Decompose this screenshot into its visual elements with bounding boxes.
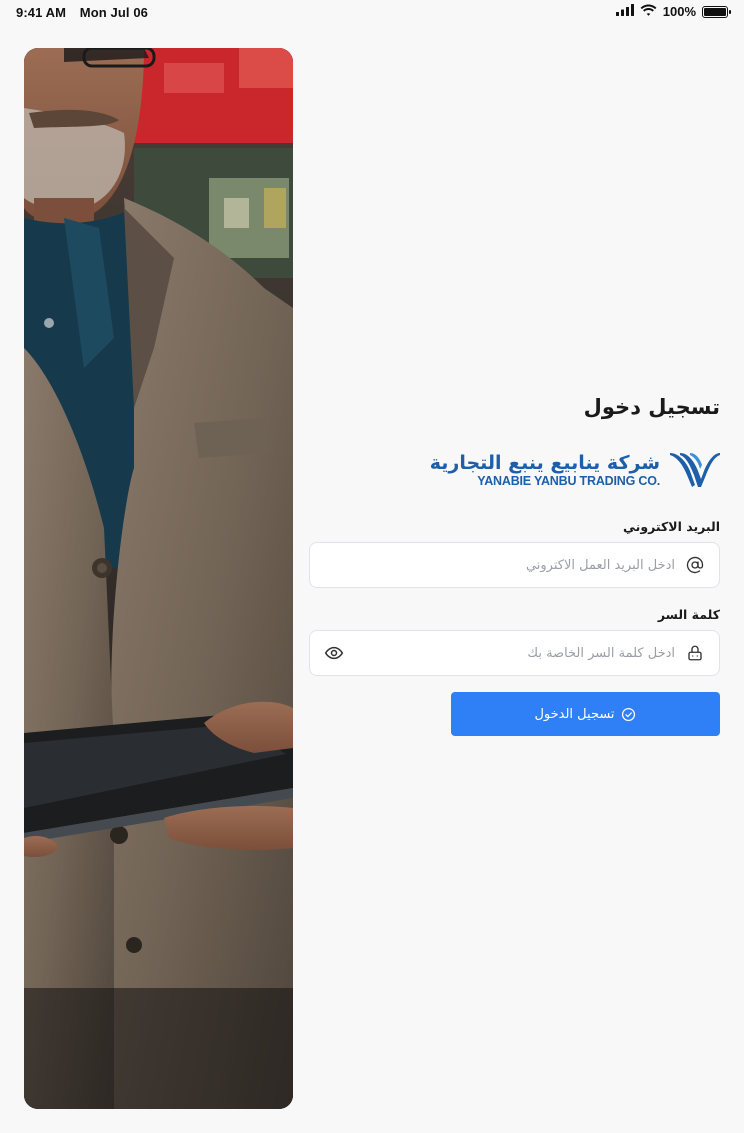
login-form: تسجيل دخول شركة ينابيع ينبع التجارية YAN… [309, 380, 720, 736]
logo-english-text: YANABIE YANBU TRADING CO. [477, 474, 660, 488]
email-input[interactable] [324, 557, 675, 573]
status-date: Mon Jul 06 [79, 5, 148, 20]
check-circle-icon [621, 706, 637, 722]
email-field[interactable] [309, 542, 720, 588]
hero-photo [24, 48, 293, 1109]
email-label: البريد الاكتروني [623, 519, 720, 534]
man-holding-tablet-photo [24, 48, 293, 1109]
lock-icon [685, 643, 705, 663]
signal-icon [615, 4, 634, 19]
status-time: 9:41 AM [16, 5, 67, 20]
logo-mark-icon [668, 449, 720, 493]
wifi-icon [640, 4, 657, 19]
company-logo: شركة ينابيع ينبع التجارية YANABIE YANBU … [309, 449, 720, 493]
login-button-label: تسجيل الدخول [534, 706, 615, 722]
logo-arabic-text: شركة ينابيع ينبع التجارية [429, 452, 660, 474]
password-label: كلمة السر [657, 607, 720, 622]
password-field[interactable] [309, 630, 720, 676]
page-title: تسجيل دخول [583, 395, 720, 419]
battery-icon [702, 5, 731, 18]
password-input[interactable] [354, 645, 675, 661]
login-button[interactable]: تسجيل الدخول [451, 692, 720, 736]
status-bar: 9:41 AM Mon Jul 06 100% [0, 0, 744, 24]
at-sign-icon [685, 555, 705, 575]
eye-icon[interactable] [324, 643, 344, 663]
battery-percent: 100% [662, 4, 696, 19]
